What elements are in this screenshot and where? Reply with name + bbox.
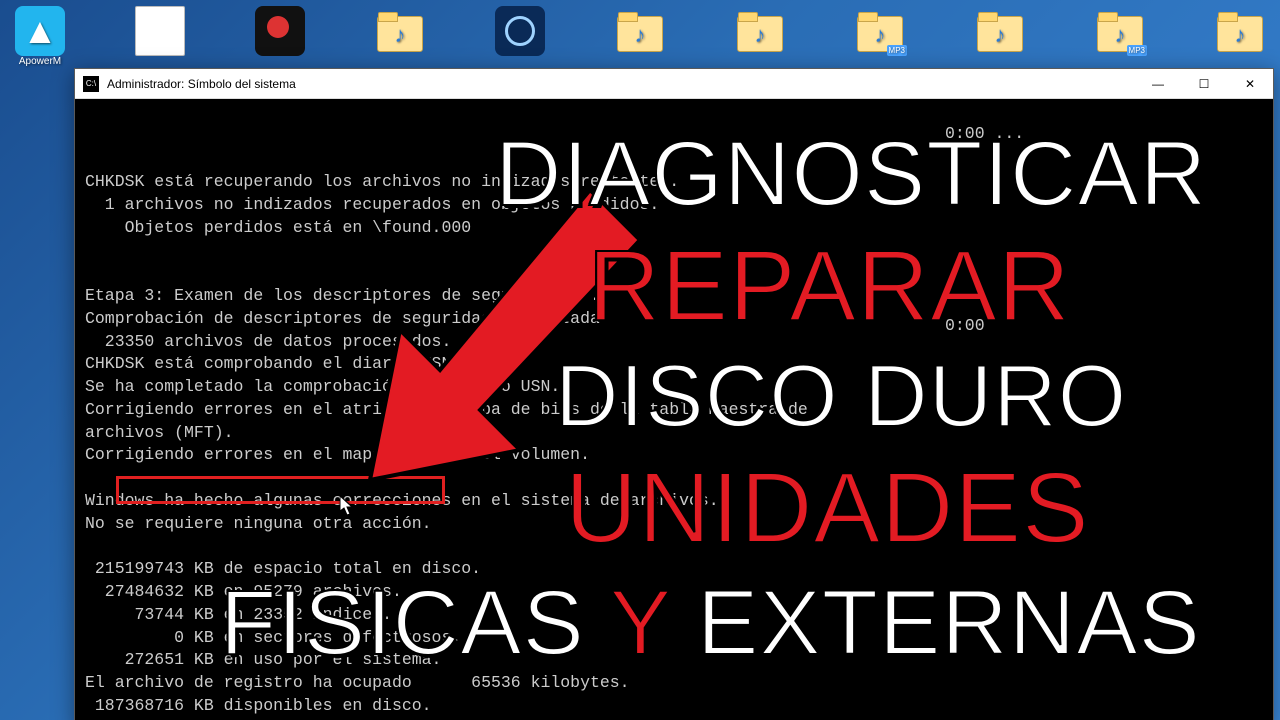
terminal-line: 1 archivos no indizados recuperados en o… — [85, 195, 659, 214]
desktop-icon-music-4[interactable]: ♪ — [970, 6, 1030, 76]
desktop-icon-music-1[interactable]: ♪ — [370, 6, 430, 76]
folder-icon: ♪ — [1215, 6, 1265, 56]
window-buttons: — ☐ ✕ — [1135, 69, 1273, 99]
virtualbox-icon — [495, 6, 545, 56]
terminal-line: Objetos perdidos está en \found.000 — [85, 218, 471, 237]
terminal-body[interactable]: 0:00 ... 0:00 CHKDSK está recuperando lo… — [75, 99, 1273, 720]
desktop-icon-label: ApowerM — [19, 56, 61, 67]
music-note-icon: ♪ — [755, 22, 766, 48]
desktop-icon-music-3[interactable]: ♪ — [730, 6, 790, 76]
terminal-line: 0 KB en sectores defectuosos. — [85, 628, 461, 647]
terminal-line: 23350 archivos de datos procesados. — [85, 332, 451, 351]
music-note-icon: ♪ — [1115, 22, 1126, 48]
folder-icon: ♪ — [375, 6, 425, 56]
folder-icon: ♪ — [615, 6, 665, 56]
minimize-button[interactable]: — — [1135, 69, 1181, 99]
terminal-line: 215199743 KB de espacio total en disco. — [85, 559, 481, 578]
terminal-line: Se ha completado la comprobación del dia… — [85, 377, 560, 396]
mp3-badge: MP3 — [887, 45, 907, 56]
terminal-line: Corrigiendo errores en el atributo de ma… — [85, 400, 808, 419]
document-icon — [135, 6, 185, 56]
music-note-icon: ♪ — [875, 22, 886, 48]
terminal-line: Corrigiendo errores en el mapa de bits d… — [85, 445, 590, 464]
terminal-line: Etapa 3: Examen de los descriptores de s… — [85, 286, 600, 305]
window-title: Administrador: Símbolo del sistema — [107, 77, 296, 91]
elapsed-time-2: 0:00 — [945, 315, 985, 338]
folder-icon: ♪MP3 — [1095, 6, 1145, 56]
terminal-line: No se requiere ninguna otra acción. — [85, 514, 432, 533]
terminal-line: 27484632 KB en 95279 archivos. — [85, 582, 402, 601]
terminal-line: CHKDSK está comprobando el diario USN... — [85, 354, 481, 373]
close-button[interactable]: ✕ — [1227, 69, 1273, 99]
desktop-icon-mp3-2[interactable]: ♪MP3 — [1090, 6, 1150, 76]
music-note-icon: ♪ — [995, 22, 1006, 48]
music-note-icon: ♪ — [1235, 22, 1246, 48]
terminal-line: 73744 KB en 23352 índices. — [85, 605, 392, 624]
music-note-icon: ♪ — [635, 22, 646, 48]
cmd-icon: C:\ — [83, 76, 99, 92]
folder-icon: ♪MP3 — [855, 6, 905, 56]
terminal-line: El archivo de registro ha ocupado 65536 … — [85, 673, 630, 692]
terminal-line: Comprobación de descriptores de segurida… — [85, 309, 610, 328]
desktop-icons: ▲ ApowerM ♪ ♪ ♪ ♪MP3 ♪ ♪MP3 ♪ — [10, 6, 1270, 76]
red-app-icon — [255, 6, 305, 56]
terminal-line: 187368716 KB disponibles en disco. — [85, 696, 432, 715]
mp3-badge: MP3 — [1127, 45, 1147, 56]
cmd-window: C:\ Administrador: Símbolo del sistema —… — [74, 68, 1274, 720]
terminal-line: archivos (MFT). — [85, 423, 234, 442]
maximize-button[interactable]: ☐ — [1181, 69, 1227, 99]
desktop-icon-apower[interactable]: ▲ ApowerM — [10, 6, 70, 76]
terminal-line: CHKDSK está recuperando los archivos no … — [85, 172, 679, 191]
music-note-icon: ♪ — [395, 22, 406, 48]
terminal-line: Windows ha hecho algunas correcciones en… — [85, 491, 719, 510]
terminal-line: 272651 KB en uso por el sistema. — [85, 650, 441, 669]
elapsed-time-1: 0:00 ... — [945, 123, 1024, 146]
folder-icon: ♪ — [975, 6, 1025, 56]
desktop-icon-red[interactable] — [250, 6, 310, 76]
desktop-icon-virtualbox[interactable] — [490, 6, 550, 76]
apower-icon: ▲ — [15, 6, 65, 56]
window-titlebar[interactable]: C:\ Administrador: Símbolo del sistema —… — [75, 69, 1273, 99]
desktop-icon-doc[interactable] — [130, 6, 190, 76]
folder-icon: ♪ — [735, 6, 785, 56]
desktop-icon-music-2[interactable]: ♪ — [610, 6, 670, 76]
desktop-icon-mp3-1[interactable]: ♪MP3 — [850, 6, 910, 76]
desktop-icon-music-5[interactable]: ♪ — [1210, 6, 1270, 76]
